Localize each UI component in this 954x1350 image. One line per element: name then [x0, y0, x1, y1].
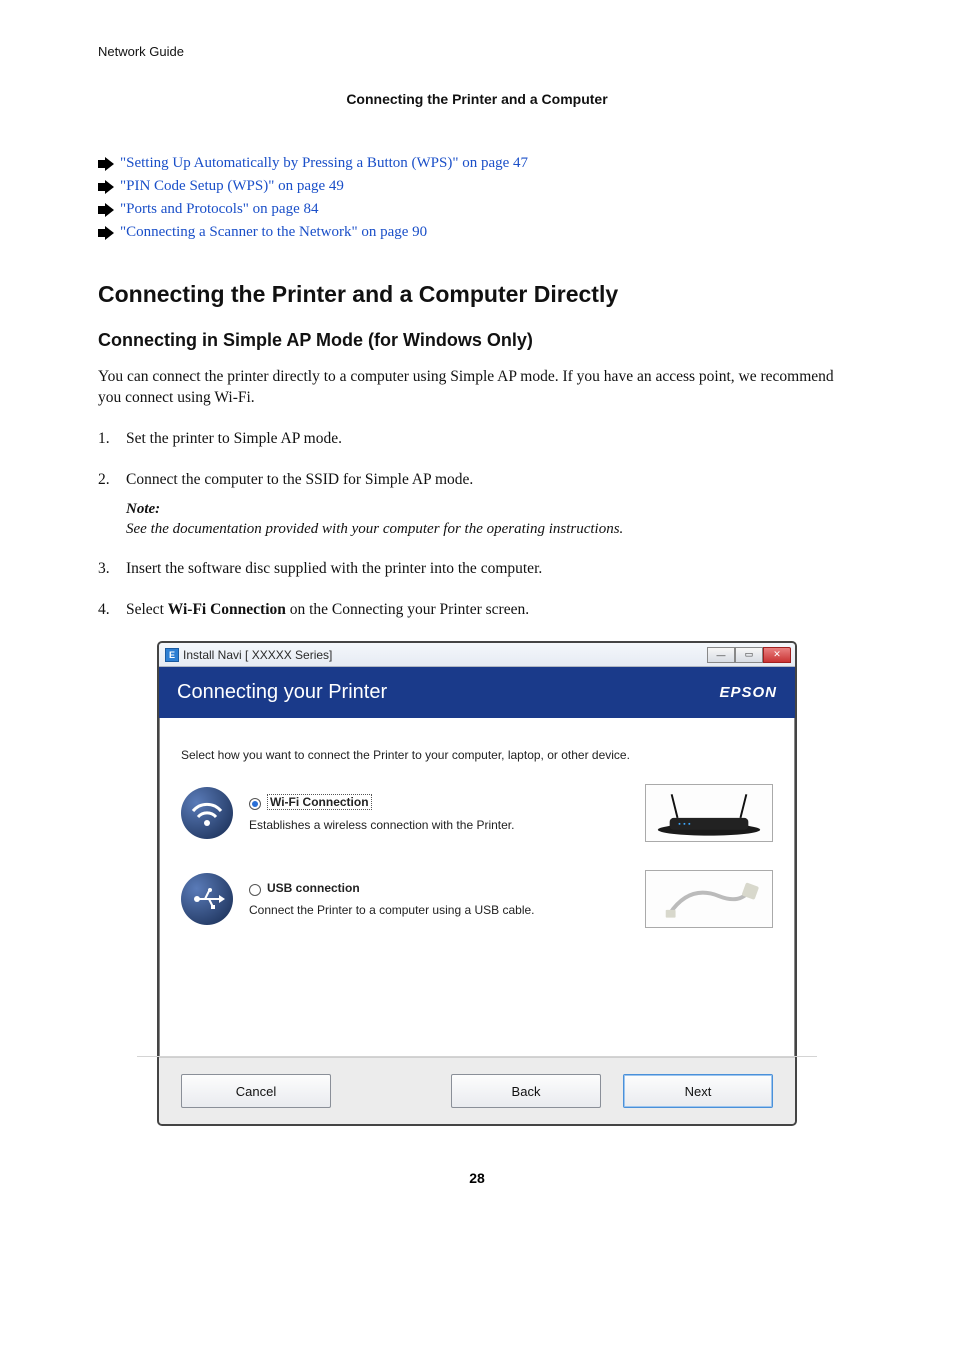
wifi-option-desc: Establishes a wireless connection with t…: [249, 818, 514, 832]
section-title: Connecting the Printer and a Computer: [98, 91, 856, 107]
install-navi-dialog: E Install Navi [ XXXXX Series] — ▭ ✕ Con…: [157, 641, 797, 1126]
wifi-option-label: Wi-Fi Connection: [267, 794, 372, 810]
link-ports-protocols[interactable]: "Ports and Protocols" on page 84: [120, 201, 318, 218]
link-auto-wps[interactable]: "Setting Up Automatically by Pressing a …: [120, 155, 528, 172]
dialog-title: Connecting your Printer: [177, 681, 387, 704]
cancel-button[interactable]: Cancel: [181, 1074, 331, 1108]
note-block: Note: See the documentation provided wit…: [126, 499, 856, 540]
note-body: See the documentation provided with your…: [126, 519, 856, 539]
link-pin-wps[interactable]: "PIN Code Setup (WPS)" on page 49: [120, 178, 344, 195]
heading-simple-ap: Connecting in Simple AP Mode (for Window…: [98, 330, 856, 351]
app-icon: E: [165, 648, 179, 662]
window-title: Install Navi [ XXXXX Series]: [183, 648, 332, 662]
heading-connecting-directly: Connecting the Printer and a Computer Di…: [98, 281, 856, 308]
usb-icon: [181, 873, 233, 925]
wifi-radio[interactable]: [249, 798, 261, 810]
step-4: Select Wi-Fi Connection on the Connectin…: [98, 600, 856, 621]
maximize-button[interactable]: ▭: [735, 647, 763, 663]
page-number: 28: [98, 1170, 856, 1186]
running-head: Network Guide: [98, 44, 856, 59]
link-arrow-icon: [98, 226, 114, 240]
link-item: "Ports and Protocols" on page 84: [98, 201, 856, 218]
link-scanner-network[interactable]: "Connecting a Scanner to the Network" on…: [120, 224, 427, 241]
usb-option-desc: Connect the Printer to a computer using …: [249, 903, 535, 917]
router-image: [645, 784, 773, 842]
usb-option-label: USB connection: [267, 881, 360, 895]
usb-radio[interactable]: [249, 884, 261, 896]
option-usb-row[interactable]: USB connection Connect the Printer to a …: [181, 870, 773, 928]
usb-cable-image: [645, 870, 773, 928]
step-3: Insert the software disc supplied with t…: [98, 559, 856, 580]
link-arrow-icon: [98, 180, 114, 194]
step-1: Set the printer to Simple AP mode.: [98, 429, 856, 450]
option-wifi-row[interactable]: Wi-Fi Connection Establishes a wireless …: [181, 784, 773, 842]
link-arrow-icon: [98, 157, 114, 171]
next-button[interactable]: Next: [623, 1074, 773, 1108]
link-item: "Connecting a Scanner to the Network" on…: [98, 224, 856, 241]
link-arrow-icon: [98, 203, 114, 217]
related-links-list: "Setting Up Automatically by Pressing a …: [98, 155, 856, 241]
step-2: Connect the computer to the SSID for Sim…: [98, 470, 856, 539]
dialog-header: Connecting your Printer EPSON: [159, 667, 795, 718]
close-button[interactable]: ✕: [763, 647, 791, 663]
link-item: "Setting Up Automatically by Pressing a …: [98, 155, 856, 172]
intro-paragraph: You can connect the printer directly to …: [98, 367, 856, 409]
note-head: Note:: [126, 499, 856, 519]
window-titlebar: E Install Navi [ XXXXX Series] — ▭ ✕: [159, 643, 795, 667]
minimize-button[interactable]: —: [707, 647, 735, 663]
wifi-icon: [181, 787, 233, 839]
dialog-footer: Cancel Back Next: [159, 1057, 795, 1124]
epson-logo: EPSON: [719, 684, 777, 701]
dialog-instruction: Select how you want to connect the Print…: [181, 748, 773, 762]
back-button[interactable]: Back: [451, 1074, 601, 1108]
link-item: "PIN Code Setup (WPS)" on page 49: [98, 178, 856, 195]
steps-list: Set the printer to Simple AP mode. Conne…: [98, 429, 856, 621]
